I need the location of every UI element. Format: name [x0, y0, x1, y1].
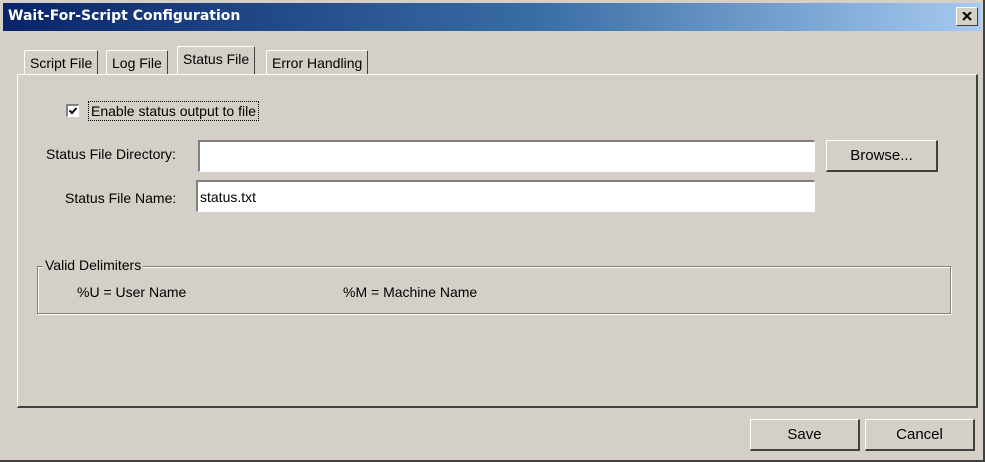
cancel-button-label: Cancel	[896, 426, 943, 443]
close-button[interactable]	[956, 7, 978, 26]
status-file-name-input[interactable]	[196, 180, 815, 212]
title-bar[interactable]: Wait-For-Script Configuration	[3, 3, 981, 31]
tab-status-file[interactable]: Status File	[177, 46, 256, 74]
machine-delimiter-text: %M = Machine Name	[343, 284, 478, 300]
tab-script-file[interactable]: Script File	[24, 50, 99, 74]
save-button-label: Save	[787, 426, 822, 443]
cancel-button[interactable]: Cancel	[865, 419, 975, 451]
close-icon	[962, 12, 972, 21]
enable-status-checkbox[interactable]	[66, 104, 79, 117]
dialog-window: Wait-For-Script Configuration Script Fil…	[0, 0, 985, 462]
tab-label: Status File	[183, 51, 250, 67]
status-directory-input[interactable]	[198, 140, 815, 172]
window-title: Wait-For-Script Configuration	[8, 8, 241, 24]
tab-error-handling[interactable]: Error Handling	[266, 50, 369, 74]
valid-delimiters-title: Valid Delimiters	[43, 257, 144, 273]
tab-panel	[17, 74, 978, 408]
tab-log-file[interactable]: Log File	[106, 50, 168, 74]
save-button[interactable]: Save	[750, 419, 860, 451]
tab-label: Error Handling	[272, 55, 363, 71]
user-delimiter-text: %U = User Name	[77, 284, 187, 300]
tab-label: Script File	[30, 55, 93, 71]
status-directory-label: Status File Directory:	[46, 146, 176, 162]
browse-button[interactable]: Browse...	[826, 140, 938, 172]
browse-button-label: Browse...	[850, 147, 913, 164]
enable-status-label[interactable]: Enable status output to file	[88, 101, 259, 121]
checkmark-icon	[68, 107, 78, 115]
tab-label: Log File	[112, 55, 162, 71]
status-file-name-label: Status File Name:	[65, 190, 177, 206]
